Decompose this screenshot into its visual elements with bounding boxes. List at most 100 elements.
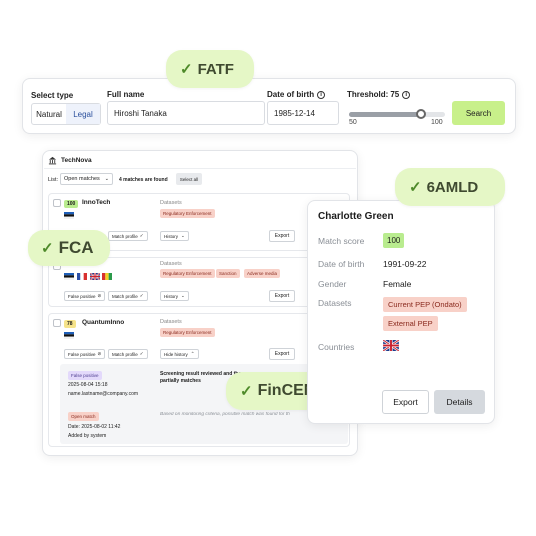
export-button[interactable]: Export [269, 348, 295, 360]
info-icon[interactable]: i [317, 90, 326, 99]
dataset-tag: External PEP [383, 316, 438, 331]
threshold-value: 75 [390, 90, 400, 99]
threshold-slider-fill [349, 112, 421, 117]
ban-icon: ⊘ [97, 351, 102, 356]
history-select[interactable]: History ⌄ [160, 231, 189, 241]
full-name-input[interactable]: Hiroshi Tanaka [107, 101, 265, 125]
status-badge: False positive [68, 371, 102, 380]
info-icon[interactable]: i [402, 90, 411, 99]
match-profile-select[interactable]: Match profile ✓ [108, 231, 148, 241]
history-date: Date: 2025-08-02 11:42 [68, 424, 121, 430]
france-flag-icon [77, 273, 87, 280]
entity-name[interactable]: QuantumInno [82, 319, 124, 326]
select-type-label: Select type [31, 91, 74, 100]
org-name: TechNova [61, 157, 92, 164]
match-profile-label: Match profile [112, 351, 138, 357]
gender-label: Gender [318, 279, 347, 289]
export-button[interactable]: Export [269, 290, 295, 302]
match-score-badge: 78 [64, 320, 76, 328]
ban-icon: ⊘ [97, 293, 102, 298]
match-profile-label: Match profile [112, 293, 138, 299]
full-name-label: Full name [107, 90, 145, 99]
dob-label-text: Date of birth [267, 90, 315, 99]
match-profile-select[interactable]: Match profile ✓ [108, 291, 148, 301]
chevron-down-icon: ⌄ [181, 293, 185, 298]
hide-history-button[interactable]: Hide history ⌃ [160, 349, 199, 359]
slider-min-label: 50 [349, 119, 357, 126]
history-select[interactable]: History ⌄ [160, 291, 189, 301]
panel-divider [44, 168, 356, 169]
countries-label: Countries [318, 342, 355, 352]
estonia-flag-icon [64, 332, 74, 339]
check-icon: ✓ [409, 179, 422, 196]
uk-flag-icon [90, 273, 100, 280]
dataset-tag: Sanction [216, 269, 240, 278]
type-natural-option[interactable]: Natural [32, 104, 66, 124]
match-profile-label: Match profile [112, 233, 138, 239]
list-select[interactable]: Open matches ⌄ [60, 173, 113, 185]
dob-input[interactable]: 1985-12-14 [267, 101, 339, 125]
dataset-tag: Adverse media [244, 269, 281, 278]
list-select-value: Open matches [64, 176, 100, 182]
list-label: List: [48, 177, 59, 183]
datasets-label: Datasets [160, 200, 182, 206]
export-button[interactable]: Export [382, 390, 429, 414]
guinea-flag-icon [102, 273, 112, 280]
chevron-down-icon: ⌄ [181, 233, 185, 238]
false-positive-label: False positive [68, 351, 96, 357]
false-positive-button[interactable]: False positive ⊘ [64, 291, 106, 301]
threshold-label-text: Threshold: [347, 90, 389, 99]
threshold-slider-track[interactable] [349, 109, 445, 119]
false-positive-button[interactable]: False positive ⊘ [64, 349, 106, 359]
threshold-label: Threshold: 75 i [347, 90, 411, 99]
dataset-tag: Regulatory Enforcement [160, 269, 215, 278]
entity-name[interactable]: InnoTech [82, 199, 110, 206]
dob-label: Date of birth [318, 259, 365, 269]
history-user: Added by system [68, 433, 107, 439]
check-icon: ✓ [139, 233, 144, 238]
check-icon: ✓ [41, 240, 54, 257]
row-checkbox[interactable] [53, 199, 61, 207]
history-label: History [164, 233, 179, 239]
uk-flag-icon [383, 340, 399, 351]
check-icon: ✓ [240, 383, 253, 400]
chip-fatf: ✓ FATF [166, 50, 254, 88]
false-positive-label: False positive [68, 293, 96, 299]
match-score-badge: 100 [383, 233, 405, 248]
search-button[interactable]: Search [452, 101, 505, 125]
estonia-flag-icon [64, 273, 74, 280]
slider-max-label: 100 [431, 119, 443, 126]
chip-fca-label: FCA [58, 238, 94, 257]
chip-6amld-label: 6AMLD [426, 178, 479, 196]
details-button[interactable]: Details [434, 390, 485, 414]
history-label: History [164, 293, 179, 299]
gender-value: Female [383, 279, 412, 289]
row-checkbox[interactable] [53, 319, 61, 327]
dataset-tag: Regulatory Enforcement [160, 209, 215, 218]
chip-6amld: ✓ 6AMLD [395, 168, 505, 206]
type-toggle: Natural Legal [31, 103, 101, 125]
match-score-badge: 100 [64, 200, 79, 208]
export-button[interactable]: Export [269, 230, 295, 242]
datasets-label: Datasets [318, 298, 352, 308]
type-legal-option[interactable]: Legal [66, 104, 100, 124]
history-user: name.lastname@company.com [68, 391, 139, 397]
history-date: 2025-08-04 15:18 [68, 382, 108, 388]
status-badge: Open match [68, 412, 99, 421]
check-icon: ✓ [139, 351, 144, 356]
search-bar: Select type Natural Legal Full name Hiro… [22, 78, 516, 134]
chip-fatf-label: FATF [197, 60, 234, 78]
chevron-up-icon: ⌃ [190, 351, 195, 356]
check-icon: ✓ [139, 293, 144, 298]
check-icon: ✓ [180, 61, 193, 78]
dataset-tag: Regulatory Enforcement [160, 328, 215, 337]
chevron-down-icon: ⌄ [104, 176, 109, 182]
threshold-slider-thumb[interactable] [416, 109, 426, 119]
estonia-flag-icon [64, 212, 74, 219]
match-score-label: Match score [318, 236, 365, 246]
match-profile-select[interactable]: Match profile ✓ [108, 349, 148, 359]
dob-label: Date of birth i [267, 90, 326, 99]
select-all-button[interactable]: Select all [176, 173, 202, 185]
dob-value: 1991-09-22 [383, 259, 427, 269]
hide-history-label: Hide history [164, 351, 188, 357]
